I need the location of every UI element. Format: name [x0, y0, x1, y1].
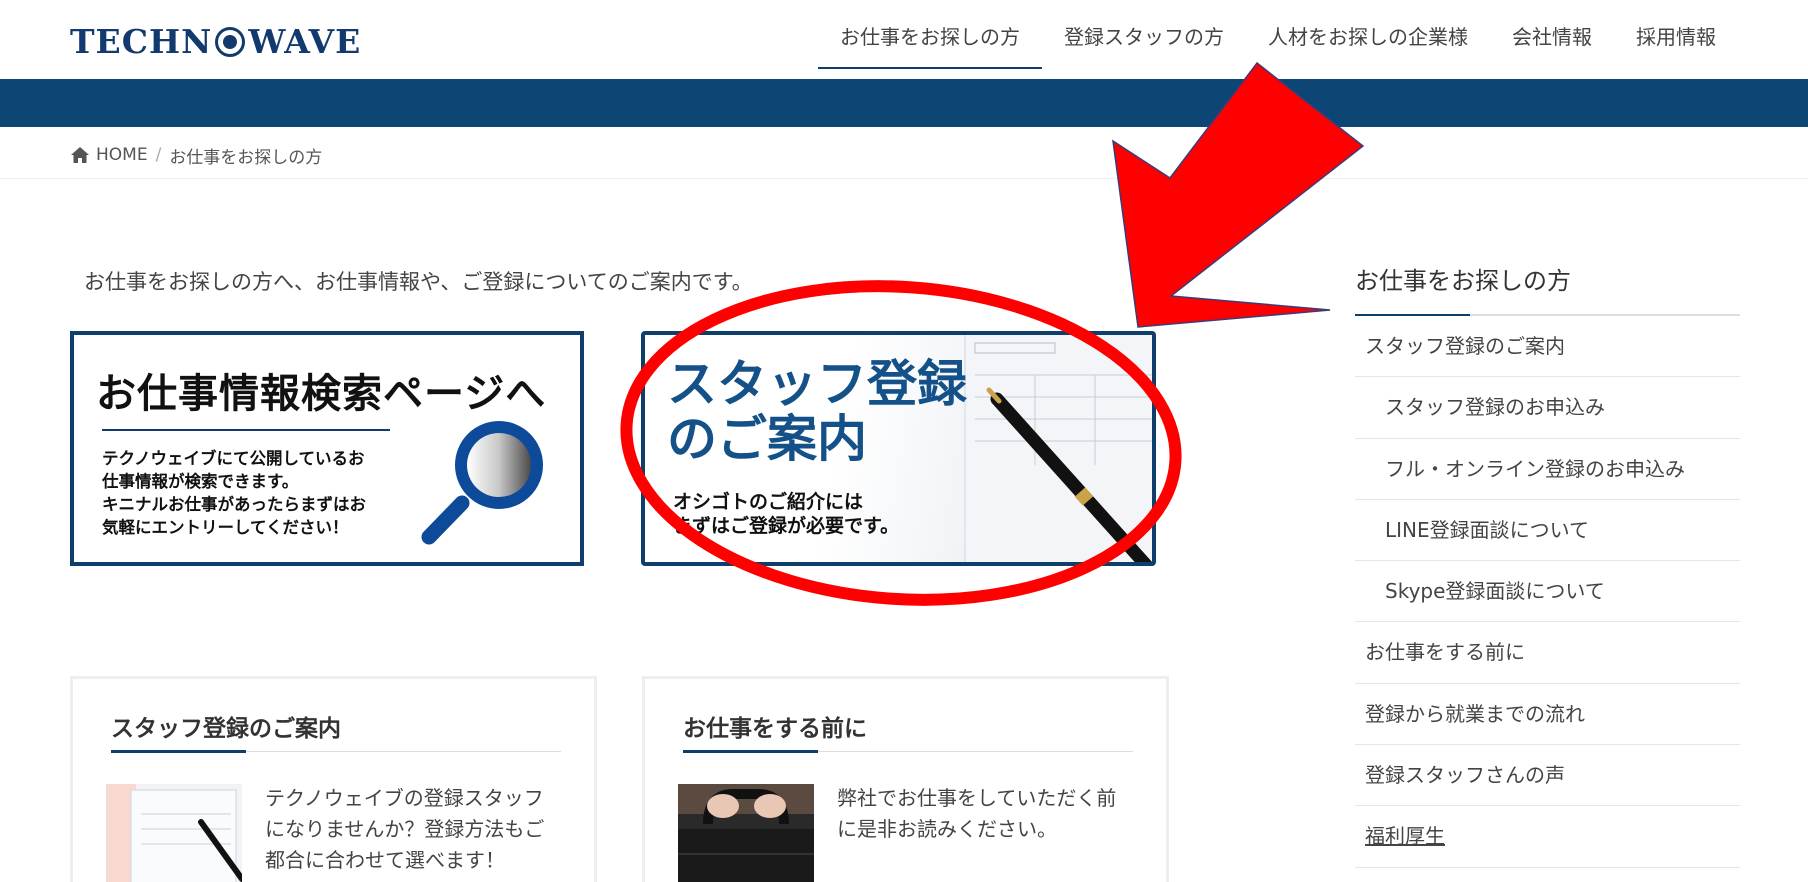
staff-banner-text: オシゴトのご紹介には まずはご登録が必要です。 [673, 491, 900, 537]
nav-item-job-seekers[interactable]: お仕事をお探しの方 [818, 0, 1042, 69]
job-search-banner-title: お仕事情報検索ページへ [96, 371, 547, 417]
sidebar-title: お仕事をお探しの方 [1355, 267, 1571, 295]
site-logo[interactable]: TECHN WAVE [70, 22, 361, 61]
breadcrumb-home-link[interactable]: HOME [96, 145, 148, 165]
nav-item-company-info[interactable]: 会社情報 [1490, 0, 1614, 69]
card-title: スタッフ登録のご案内 [111, 716, 341, 742]
logo-mark-icon [215, 26, 246, 57]
card-text: 弊社でお仕事をしていただく前に是非お読みください。 [837, 786, 1117, 841]
home-icon [71, 147, 89, 163]
sidebar-item-registration-application[interactable]: スタッフ登録のお申込み [1355, 377, 1740, 439]
nav-item-companies[interactable]: 人材をお探しの企業様 [1246, 0, 1490, 69]
sidebar-menu: お仕事をお探しの方 スタッフ登録のご案内 スタッフ登録のお申込み フル・オンライ… [1355, 262, 1740, 868]
sidebar-item-before-work[interactable]: お仕事をする前に [1355, 622, 1740, 684]
breadcrumb-current: お仕事をお探しの方 [169, 147, 323, 168]
magnifier-icon [421, 421, 543, 545]
global-nav: お仕事をお探しの方 登録スタッフの方 人材をお探しの企業様 会社情報 採用情報 [818, 0, 1738, 69]
sidebar-item-registration-flow[interactable]: 登録から就業までの流れ [1355, 684, 1740, 746]
sidebar-item-staff-registration[interactable]: スタッフ登録のご案内 [1355, 316, 1740, 378]
staff-banner-title: スタッフ登録 のご案内 [667, 355, 967, 468]
breadcrumb-separator: / [155, 145, 162, 165]
sidebar-item-benefits[interactable]: 福利厚生 [1355, 806, 1740, 868]
job-search-banner-text: テクノウェイブにて公開しているお 仕事情報が検索できます。 キニナルお仕事があっ… [102, 449, 366, 537]
sidebar-item-online-registration[interactable]: フル・オンライン登録のお申込み [1355, 439, 1740, 500]
site-header: TECHN WAVE お仕事をお探しの方 登録スタッフの方 人材をお探しの企業様… [0, 0, 1808, 79]
card-before-work[interactable]: お仕事をする前に 弊社でお仕事をしていただく前に是非お読みください。 [642, 676, 1169, 882]
page-intro-text: お仕事をお探しの方へ、お仕事情報や、ご登録についてのご案内です。 [84, 270, 753, 294]
staff-registration-banner[interactable]: スタッフ登録 のご案内 オシゴトのご紹介には まずはご登録が必要です。 [641, 331, 1156, 566]
job-search-banner-rule [102, 429, 390, 431]
sidebar-title-rule [1355, 314, 1740, 316]
card-staff-registration[interactable]: スタッフ登録のご案内 テクノウェイブの登録スタッフになりませんか？登録方法もご都… [70, 676, 597, 882]
registration-form-thumbnail [106, 784, 242, 882]
page-title-band [0, 79, 1808, 127]
card-text: テクノウェイブの登録スタッフになりませんか？登録方法もご都合に合わせて選べます！ [265, 786, 545, 872]
card-divider-accent [111, 750, 246, 753]
card-divider-accent [683, 750, 818, 753]
sidebar-item-staff-voices[interactable]: 登録スタッフさんの声 [1355, 745, 1740, 807]
briefcase-hands-thumbnail [678, 784, 814, 882]
breadcrumb: HOME / お仕事をお探しの方 [70, 140, 322, 170]
nav-item-recruitment[interactable]: 採用情報 [1614, 0, 1738, 69]
logo-text-right: WAVE [248, 22, 362, 61]
nav-item-registered-staff[interactable]: 登録スタッフの方 [1042, 0, 1246, 69]
job-search-banner[interactable]: お仕事情報検索ページへ テクノウェイブにて公開しているお 仕事情報が検索できます… [70, 331, 584, 566]
sidebar-item-line-interview[interactable]: LINE登録面談について [1355, 500, 1740, 562]
logo-text-left: TECHN [70, 22, 213, 61]
pen-icon [986, 387, 1152, 562]
card-title: お仕事をする前に [683, 716, 867, 742]
breadcrumb-divider [0, 178, 1808, 179]
sidebar-item-skype-interview[interactable]: Skype登録面談について [1355, 561, 1740, 623]
